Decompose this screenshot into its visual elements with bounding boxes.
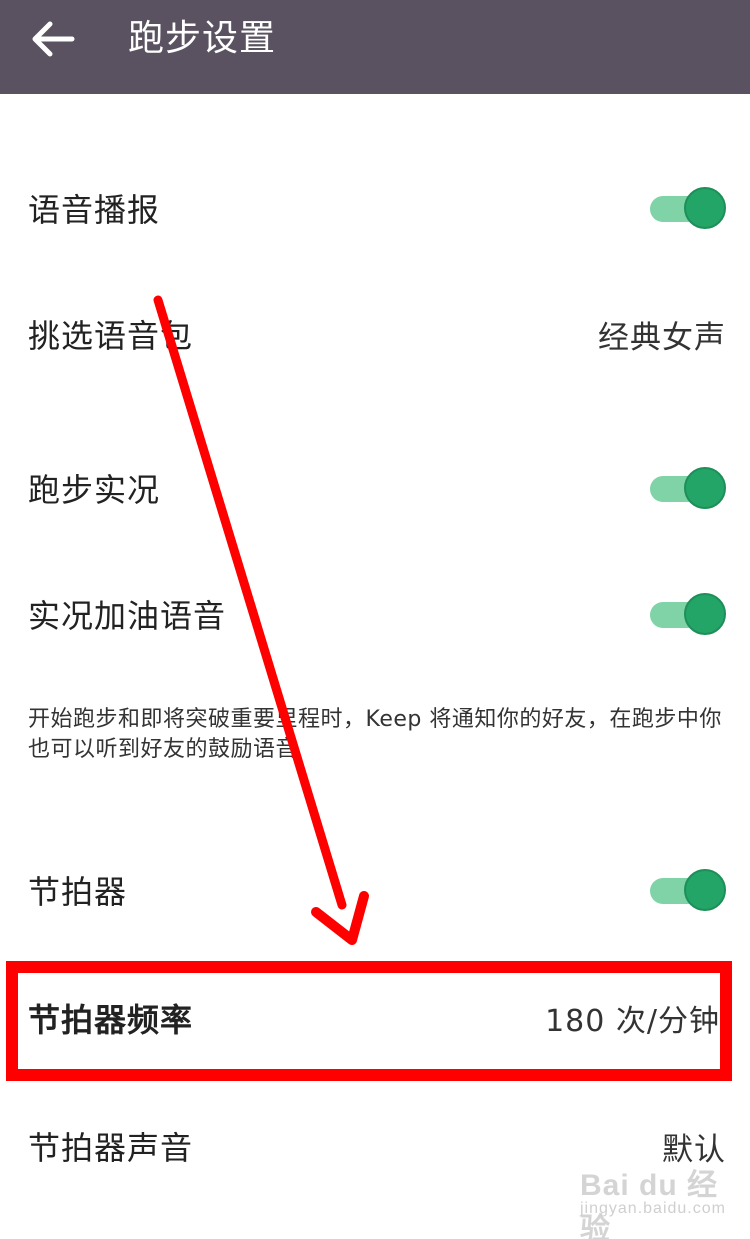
setting-label: 挑选语音包 — [28, 317, 194, 355]
setting-label: 语音播报 — [28, 191, 161, 229]
back-button[interactable] — [22, 14, 82, 64]
setting-voice-pack[interactable]: 挑选语音包 经典女声 — [0, 294, 750, 374]
top-app-bar: 跑步设置 — [0, 0, 750, 94]
setting-cheer-voice[interactable]: 实况加油语音 — [0, 574, 750, 654]
toggle-knob — [684, 869, 726, 911]
setting-metronome[interactable]: 节拍器 — [0, 850, 750, 930]
setting-metronome-rate[interactable]: 节拍器频率 180 次/分钟 — [0, 978, 750, 1058]
metronome-toggle[interactable] — [650, 869, 726, 911]
toggle-knob — [684, 187, 726, 229]
setting-value: 经典女声 — [598, 319, 726, 356]
voice-broadcast-toggle[interactable] — [650, 187, 726, 229]
setting-label: 节拍器声音 — [28, 1129, 194, 1167]
setting-value: 180 次/分钟 — [545, 1004, 720, 1039]
setting-label: 节拍器 — [28, 873, 128, 911]
watermark-sub: jingyan.baidu.com — [580, 1200, 726, 1217]
page-title: 跑步设置 — [128, 18, 277, 59]
setting-live-running[interactable]: 跑步实况 — [0, 448, 750, 528]
setting-label: 跑步实况 — [28, 471, 161, 509]
setting-label: 实况加油语音 — [28, 597, 227, 635]
toggle-knob — [684, 593, 726, 635]
arrow-left-icon — [32, 21, 75, 57]
cheer-voice-toggle[interactable] — [650, 593, 726, 635]
watermark-logo: Bai du 经验 jingyan.baidu.com — [572, 1160, 742, 1239]
setting-label: 节拍器频率 — [28, 1001, 194, 1039]
live-running-toggle[interactable] — [650, 467, 726, 509]
setting-voice-broadcast[interactable]: 语音播报 — [0, 168, 750, 248]
toggle-knob — [684, 467, 726, 509]
cheer-voice-description: 开始跑步和即将突破重要里程时，Keep 将通知你的好友，在跑步中你也可以听到好友… — [28, 707, 722, 762]
